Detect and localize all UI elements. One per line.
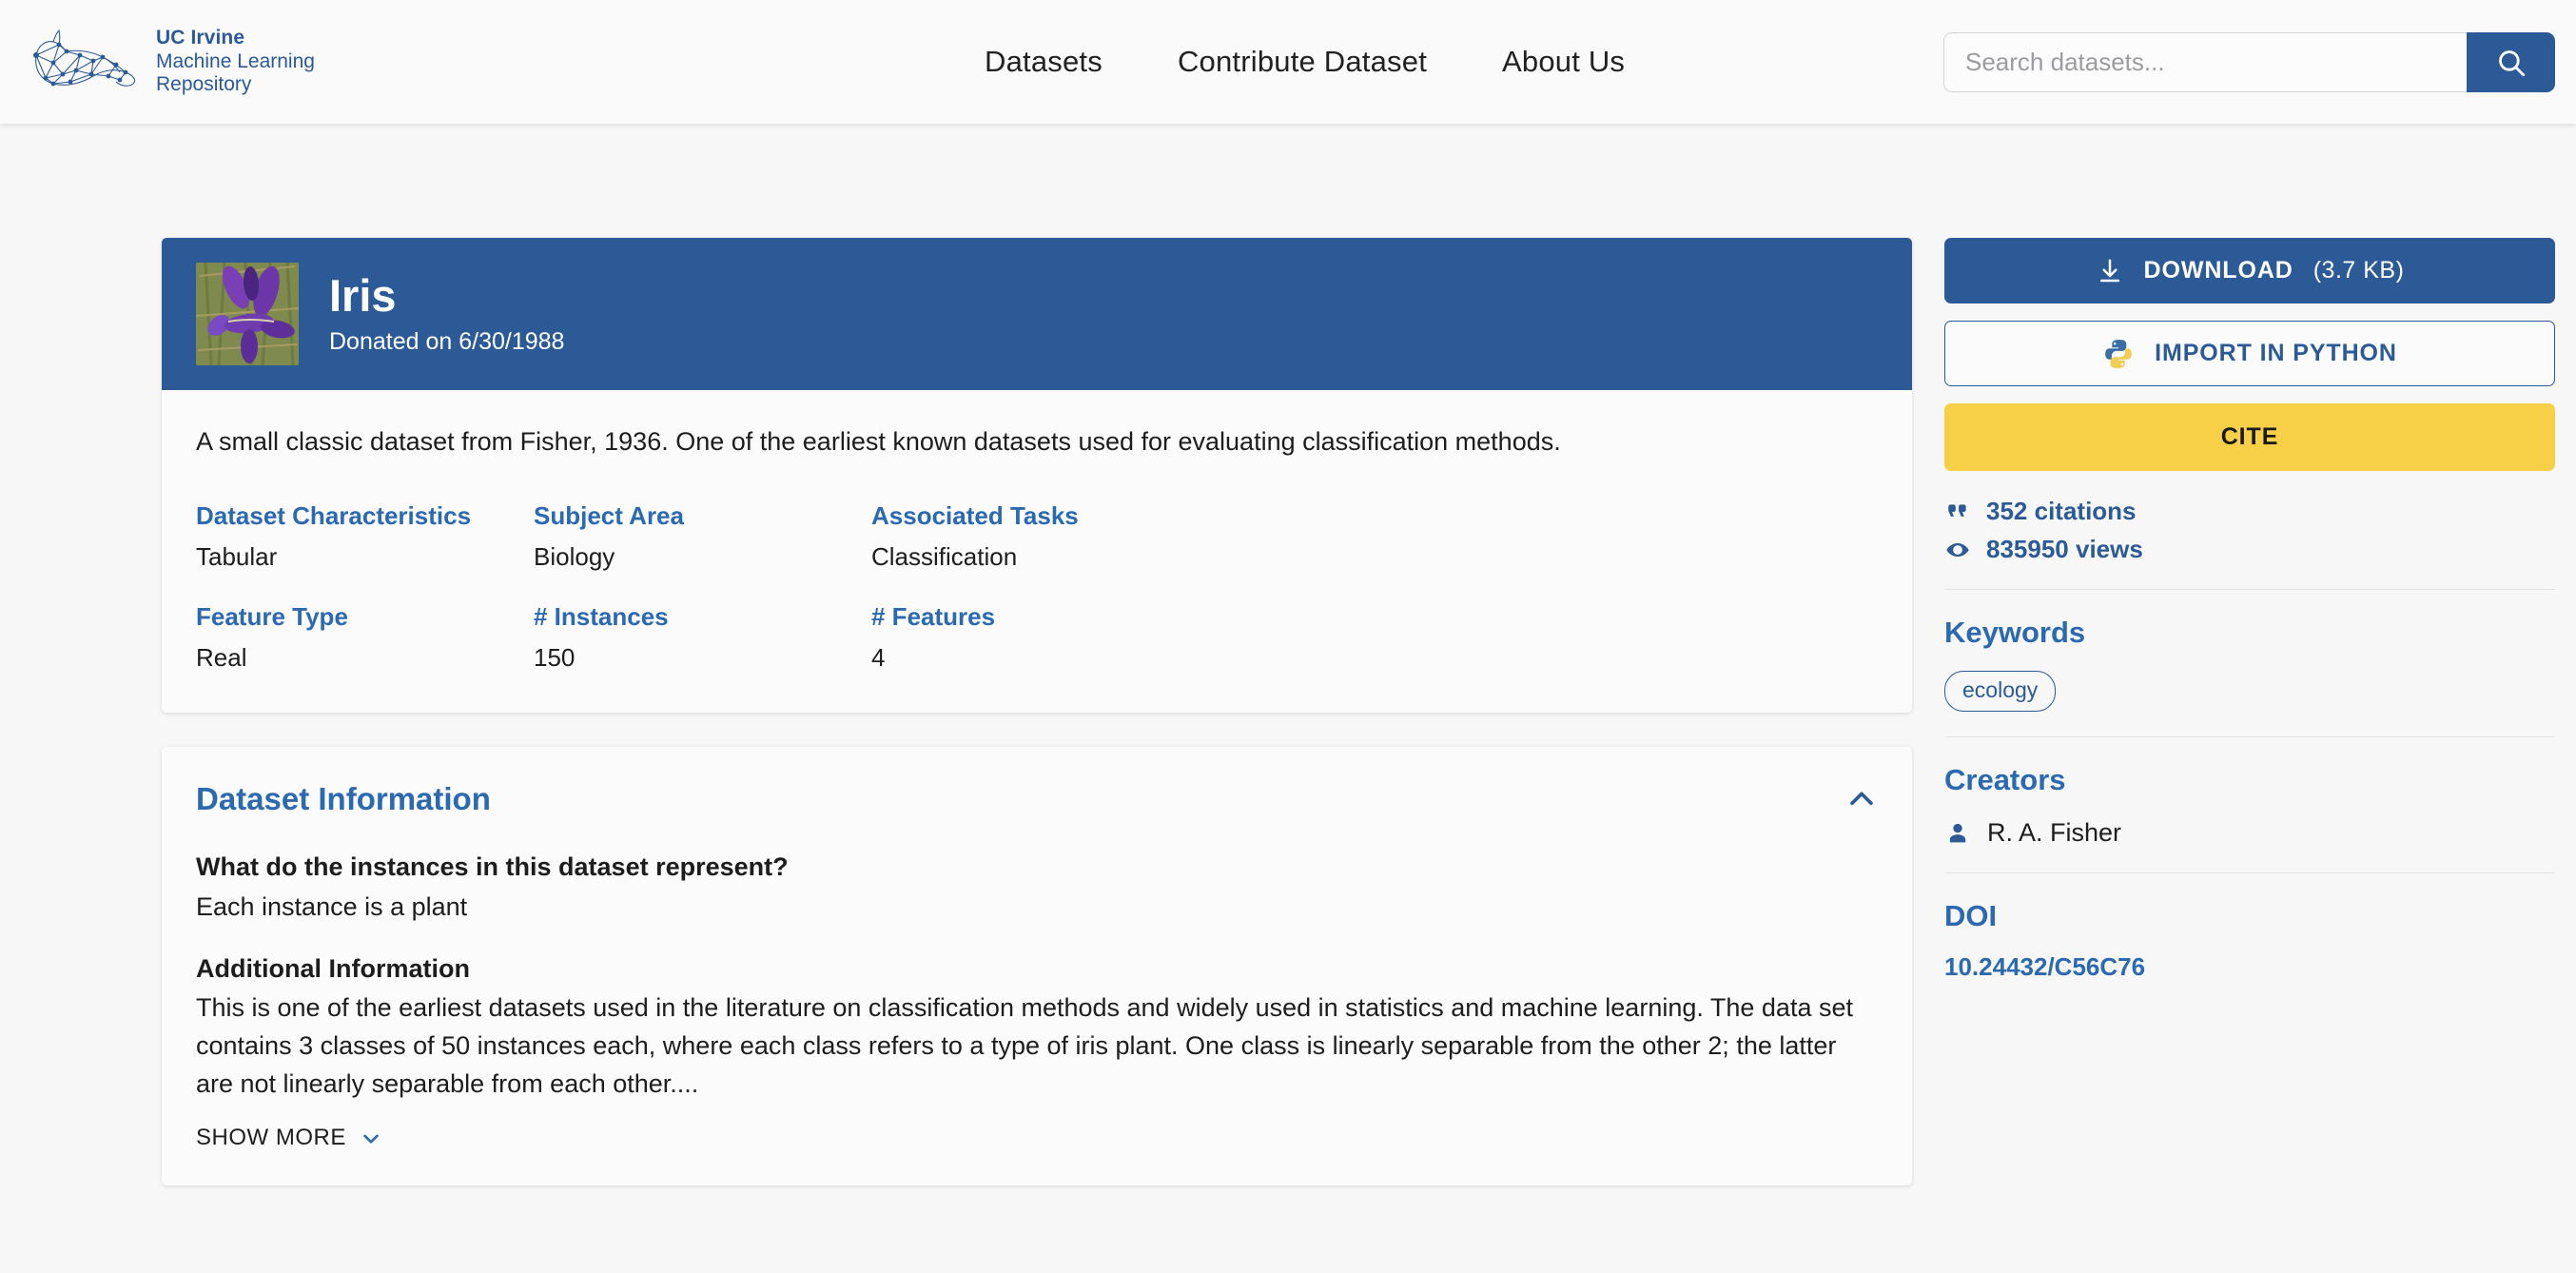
dataset-title-block: Iris Donated on 6/30/1988: [329, 272, 564, 355]
keywords-heading: Keywords: [1944, 616, 2086, 649]
meta-value: Biology: [534, 542, 615, 572]
dataset-information-header[interactable]: Dataset Information: [196, 781, 1878, 817]
dataset-title: Iris: [329, 270, 397, 322]
views-stat-row: 835950 views: [1944, 535, 2555, 564]
meta-cell-instances: # Instances 150: [534, 602, 871, 673]
meta-cell-subject-area: Subject Area Biology: [534, 501, 871, 572]
show-more-button[interactable]: SHOW MORE: [196, 1125, 383, 1151]
eye-icon: [1946, 542, 1969, 557]
doi-heading: DOI: [1944, 899, 1998, 932]
chevron-down-icon: [363, 1134, 379, 1144]
sidebar-divider-1: [1944, 589, 2555, 590]
download-label: DOWNLOAD: [2143, 257, 2293, 284]
logo-line-repository: Repository: [156, 73, 252, 96]
site-header: UC Irvine Machine Learning Repository Da…: [0, 0, 2576, 124]
creators-heading: Creators: [1944, 763, 2066, 796]
meta-cell-dataset-characteristics: Dataset Characteristics Tabular: [196, 501, 534, 572]
search-button[interactable]: [2467, 32, 2555, 92]
show-more-label: SHOW MORE: [196, 1124, 346, 1150]
instances-question-label: What do the instances in this dataset re…: [196, 852, 789, 882]
meta-label: Feature Type: [196, 602, 348, 632]
dataset-summary-body: A small classic dataset from Fisher, 193…: [162, 390, 1912, 713]
keywords-list: ecology: [1944, 671, 2555, 712]
citations-stat-row: 352 citations: [1944, 497, 2555, 526]
chevron-up-icon[interactable]: [1845, 783, 1878, 815]
cite-label: CITE: [2220, 423, 2279, 450]
logo-line-machine-learning: Machine Learning: [156, 49, 315, 72]
meta-value: Real: [196, 643, 247, 673]
sidebar-divider-2: [1944, 736, 2555, 737]
cite-button[interactable]: CITE: [1944, 403, 2555, 471]
additional-information-text: This is one of the earliest datasets use…: [196, 993, 1853, 1098]
page-body: Iris Donated on 6/30/1988 A small classi…: [0, 124, 2576, 1185]
search-icon: [2498, 49, 2525, 76]
views-count: 835950 views: [1986, 535, 2143, 563]
dataset-information-card: Dataset Information What do the instance…: [162, 747, 1912, 1185]
dataset-summary-card: Iris Donated on 6/30/1988 A small classi…: [162, 238, 1912, 714]
search-bar: [1943, 32, 2555, 92]
logo-line-uc-irvine: UC Irvine: [156, 26, 245, 49]
site-logo[interactable]: UC Irvine Machine Learning Repository: [21, 27, 315, 97]
sidebar-divider-3: [1944, 872, 2555, 873]
dataset-stats: 352 citations 835950 views: [1944, 497, 2555, 564]
import-in-python-label: IMPORT IN PYTHON: [2155, 340, 2397, 366]
meta-label: Subject Area: [534, 501, 684, 531]
meta-label: # Features: [871, 602, 996, 632]
sidebar: DOWNLOAD (3.7 KB) IMPORT IN PYTHON CITE …: [1944, 238, 2555, 1185]
main-column: Iris Donated on 6/30/1988 A small classi…: [162, 238, 1912, 1185]
meta-value: 4: [871, 643, 886, 673]
person-icon: [1949, 823, 1966, 842]
meta-value: 150: [534, 643, 576, 673]
meta-cell-associated-tasks: Associated Tasks Classification: [871, 501, 1878, 572]
main-navigation: Datasets Contribute Dataset About Us: [985, 0, 1625, 124]
additional-information-heading: Additional Information: [196, 954, 470, 984]
dataset-thumbnail-image: [196, 263, 299, 365]
search-input[interactable]: [1943, 32, 2467, 92]
meta-cell-features: # Features 4: [871, 602, 1878, 673]
keyword-chip-ecology[interactable]: ecology: [1944, 671, 2057, 712]
meta-label: Dataset Characteristics: [196, 501, 472, 531]
logo-text: UC Irvine Machine Learning Repository: [156, 27, 315, 97]
doi-link[interactable]: 10.24432/C56C76: [1944, 952, 2145, 982]
instances-answer-text: Each instance is a plant: [196, 892, 468, 922]
download-button[interactable]: DOWNLOAD (3.7 KB): [1944, 238, 2555, 304]
meta-cell-feature-type: Feature Type Real: [196, 602, 534, 673]
download-size-label: (3.7 KB): [2313, 257, 2405, 284]
dataset-banner: Iris Donated on 6/30/1988: [162, 238, 1912, 390]
meta-value: Classification: [871, 542, 1018, 572]
creator-list-item: R. A. Fisher: [1944, 818, 2555, 848]
meta-label: # Instances: [534, 602, 669, 632]
nav-item-datasets[interactable]: Datasets: [985, 45, 1103, 79]
meta-value: Tabular: [196, 542, 278, 572]
nav-item-contribute-dataset[interactable]: Contribute Dataset: [1178, 45, 1427, 79]
iris-flower-photo: [196, 263, 299, 365]
quote-icon: [1948, 503, 1966, 517]
download-icon: [2099, 259, 2119, 282]
dataset-information-title: Dataset Information: [196, 781, 491, 817]
citations-count: 352 citations: [1986, 497, 2137, 525]
dataset-description: A small classic dataset from Fisher, 193…: [196, 427, 1561, 456]
dataset-metadata-grid: Dataset Characteristics Tabular Subject …: [196, 501, 1878, 673]
meta-label: Associated Tasks: [871, 501, 1079, 531]
uci-anteater-logo-icon: [33, 29, 136, 87]
import-in-python-button[interactable]: IMPORT IN PYTHON: [1944, 321, 2555, 386]
dataset-donated-date: Donated on 6/30/1988: [329, 327, 565, 355]
python-logo-icon: [2105, 339, 2132, 368]
nav-item-about-us[interactable]: About Us: [1502, 45, 1625, 79]
creator-name: R. A. Fisher: [1987, 818, 2122, 847]
